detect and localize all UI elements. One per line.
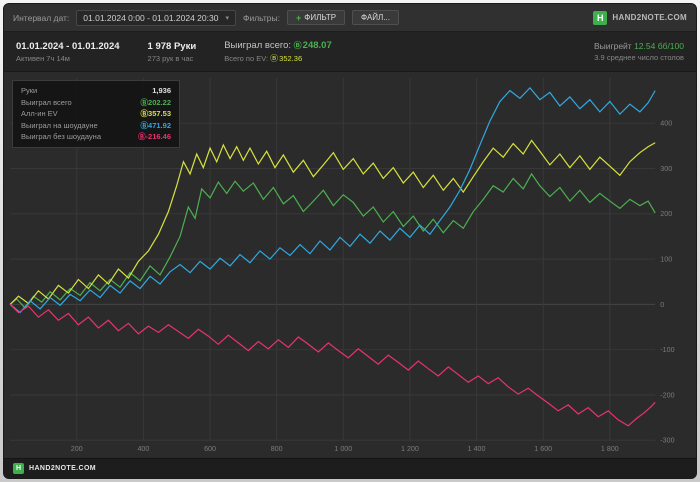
svg-text:1 600: 1 600 [534,446,552,453]
legend-value: 1,936 [152,86,171,95]
legend-value: Ⓑ471.92 [140,120,171,130]
stats-won-label: Выиграл всего: [224,39,292,51]
stats-hands: 1 978 Руки [147,40,197,52]
bigblind-icon: Ⓑ [293,40,302,50]
stats-date-range: 01.01.2024 - 01.01.2024 [16,40,120,52]
legend-label: Выиграл без шоудауна [21,132,101,141]
stats-winrate-label: Выигрейт [593,41,632,51]
stats-ev-value: Ⓑ352.36 [270,53,303,63]
legend-row: Алл-ин EV Ⓑ357.53 [21,108,171,120]
stats-winrate-group: Выигрейт 12.54 бб/100 3.9 среднее число … [594,41,684,62]
file-button[interactable]: ФАЙЛ... [352,10,399,25]
chevron-down-icon: ▾ [225,14,229,22]
legend-value: Ⓑ357.53 [140,109,171,118]
stats-winrate: Выигрейт 12.54 бб/100 [594,41,684,51]
stats-tables: 3.9 среднее число столов [594,53,684,62]
stats-hands-per-hour: 273 рук в час [147,53,194,63]
stats-hands-group: 1 978 Руки 273 рук в час [148,41,197,63]
svg-text:-100: -100 [660,347,674,354]
svg-text:100: 100 [660,257,672,264]
plus-icon: + [296,12,302,23]
legend-value: Ⓑ-216.46 [138,132,171,141]
filters-label: Фильтры: [242,12,281,23]
svg-text:1 000: 1 000 [334,446,352,453]
legend-label: Руки [21,86,38,95]
stats-ev-label: Всего по EV: [224,53,269,63]
bigblind-icon: Ⓑ [270,53,279,63]
add-filter-label: ФИЛЬТР [304,13,337,22]
legend-row: Выиграл на шоудауне Ⓑ471.92 [21,120,171,132]
stats-tables-label: среднее число столов [606,53,684,62]
hand2note-logo-icon: H [13,463,24,474]
interval-label: Интервал дат: [13,12,70,23]
stats-won-total: Выиграл всего: Ⓑ248.07 [224,40,332,51]
legend-row: Выиграл без шоудауна Ⓑ-216.46 [21,131,171,143]
svg-text:-200: -200 [660,393,674,400]
winnings-graph[interactable]: Руки 1,936 Выиграл всего Ⓑ202.22 Алл-ин EV Ⓑ3… [4,72,696,458]
hand2note-window: Интервал дат: 01.01.2024 0:00 - 01.01.20… [3,3,697,479]
svg-text:600: 600 [204,446,216,453]
stats-tables-value: 3.9 [594,53,605,62]
svg-text:400: 400 [137,446,149,453]
stats-ev-total: Всего по EV: Ⓑ352.36 [224,53,332,64]
brand-header: H HAND2NOTE.COM [593,10,687,25]
svg-text:200: 200 [660,211,672,218]
footer-brand-text: HAND2NOTE.COM [29,465,97,472]
legend-label: Выиграл на шоудауне [21,120,98,130]
svg-text:-300: -300 [660,438,674,445]
stats-winrate-value: 12.54 бб/100 [634,41,684,51]
stats-active-time: Активен 7ч 14м [16,53,70,63]
toolbar: Интервал дат: 01.01.2024 0:00 - 01.01.20… [4,4,696,32]
date-range-select[interactable]: 01.01.2024 0:00 - 01.01.2024 20:30 ▾ [76,9,236,26]
svg-text:1 400: 1 400 [468,446,486,453]
stats-date-group: 01.01.2024 - 01.01.2024 Активен 7ч 14м [16,41,120,63]
date-range-value: 01.01.2024 0:00 - 01.01.2024 20:30 [83,12,219,23]
svg-text:800: 800 [271,446,283,453]
legend-value: Ⓑ202.22 [140,97,171,107]
svg-text:400: 400 [660,121,672,128]
stats-winnings-group: Выиграл всего: Ⓑ248.07 Всего по EV: Ⓑ352… [224,40,332,64]
desktop-background: Интервал дат: 01.01.2024 0:00 - 01.01.20… [0,0,700,482]
legend-label: Выиграл всего [21,97,72,107]
legend-row: Выиграл всего Ⓑ202.22 [21,97,171,109]
status-bar: H HAND2NOTE.COM [4,458,696,478]
svg-text:300: 300 [660,166,672,173]
hand2note-logo-icon: H [593,10,608,25]
stats-bar: 01.01.2024 - 01.01.2024 Активен 7ч 14м 1… [4,32,696,72]
svg-text:200: 200 [71,446,83,453]
file-button-label: ФАЙЛ... [361,13,390,22]
add-filter-button[interactable]: + ФИЛЬТР [287,10,346,25]
svg-text:1 200: 1 200 [401,446,419,453]
legend-label: Алл-ин EV [21,109,58,118]
brand-text: HAND2NOTE.COM [612,13,687,22]
svg-text:0: 0 [660,302,664,309]
legend-row: Руки 1,936 [21,85,171,97]
graph-legend: Руки 1,936 Выиграл всего Ⓑ202.22 Алл-ин EV Ⓑ3… [12,80,180,148]
stats-won-value: Ⓑ248.07 [293,39,332,51]
svg-text:1 800: 1 800 [601,446,619,453]
